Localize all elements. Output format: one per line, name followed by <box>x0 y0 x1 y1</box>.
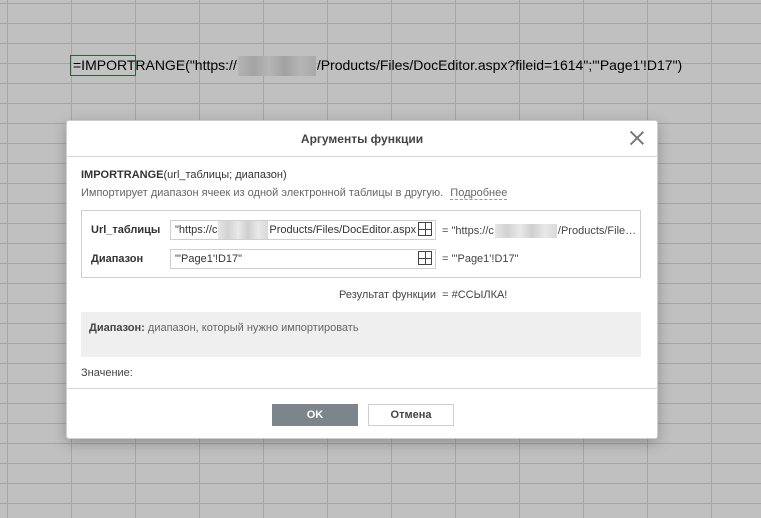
argument-hint-panel: Диапазон: диапазон, который нужно импорт… <box>81 312 641 357</box>
range-argument-input[interactable]: "'Page1'!D17" <box>170 249 436 269</box>
function-description-text: Импортирует диапазон ячеек из одной элек… <box>81 187 444 199</box>
range-argument-value: = "'Page1'!D17" <box>442 253 519 265</box>
result-label: Результат функции <box>339 289 436 301</box>
argument-hint: Диапазон: диапазон, который нужно импорт… <box>89 322 359 334</box>
function-arguments-dialog: Аргументы функции IMPORTRANGE(url_таблиц… <box>66 120 658 439</box>
arguments-panel: Url_таблицы "https://c Products/Files/Doc… <box>81 210 641 278</box>
url-input-prefix: "https://c <box>175 224 218 236</box>
function-description: Импортирует диапазон ячеек из одной элек… <box>81 187 508 200</box>
hint-argument-name: Диапазон: <box>89 322 145 334</box>
url-argument-input[interactable]: "https://c Products/Files/DocEditor.aspx <box>170 220 436 240</box>
url-value-prefix: = "https://c <box>442 224 494 237</box>
dialog-title: Аргументы функции <box>300 132 424 146</box>
value-label: Значение: <box>81 367 133 379</box>
argument-row-range: Диапазон "'Page1'!D17" = "'Page1'!D17" <box>82 249 640 269</box>
function-signature: IMPORTRANGE(url_таблицы; диапазон) <box>81 169 287 181</box>
ok-button[interactable]: OK <box>272 404 358 426</box>
url-input-suffix: Products/Files/DocEditor.aspx <box>269 224 417 236</box>
more-link[interactable]: Подробнее <box>450 187 508 200</box>
close-icon[interactable] <box>629 130 645 146</box>
redacted-region <box>218 221 269 239</box>
function-args-signature: (url_таблицы; диапазон) <box>163 169 287 181</box>
dialog-footer: OK Отмена <box>67 388 657 439</box>
argument-label-url: Url_таблицы <box>91 224 161 236</box>
argument-row-url: Url_таблицы "https://c Products/Files/Doc… <box>82 220 640 240</box>
url-argument-value: = "https://c/Products/Files/... <box>442 224 638 238</box>
result-value: = #ССЫЛКА! <box>442 289 508 301</box>
redacted-region <box>494 224 557 238</box>
hint-description: диапазон, который нужно импортировать <box>147 322 359 334</box>
range-select-icon[interactable] <box>418 251 432 265</box>
cancel-button[interactable]: Отмена <box>368 404 454 426</box>
function-result: Результат функции = #ССЫЛКА! <box>339 289 507 301</box>
argument-label-range: Диапазон <box>91 253 144 265</box>
dialog-header: Аргументы функции <box>67 121 657 157</box>
range-select-icon[interactable] <box>418 222 432 236</box>
function-name: IMPORTRANGE <box>81 169 164 181</box>
url-value-suffix: /Products/Files/... <box>557 224 638 237</box>
